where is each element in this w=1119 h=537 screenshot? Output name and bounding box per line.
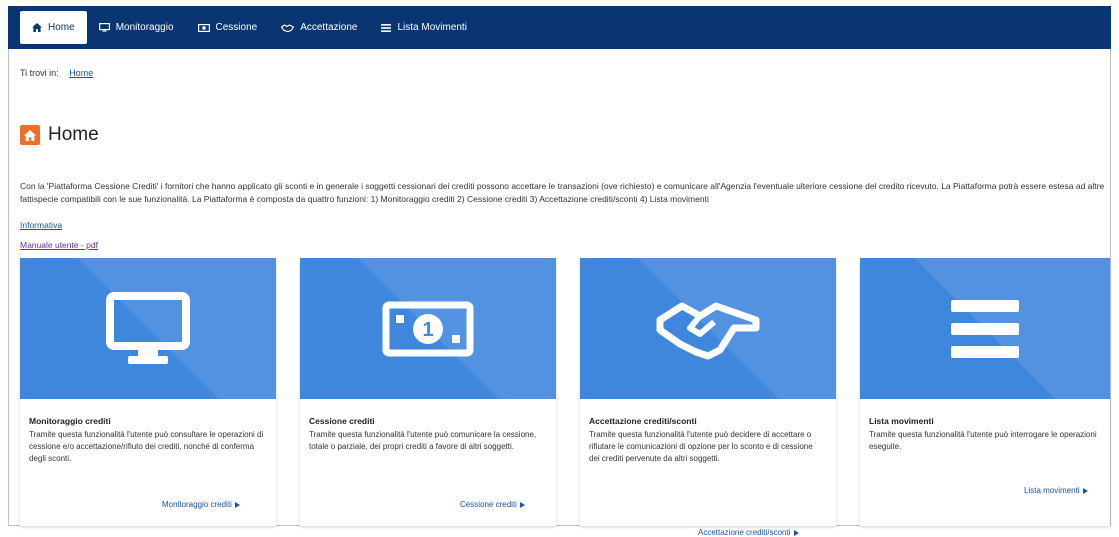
top-navbar: Home Monitoraggio Cessione Accettazione … — [8, 6, 1111, 49]
intro-text: Con la 'Piattaforma Cessione Crediti' i … — [20, 181, 1105, 204]
handshake-icon — [281, 23, 295, 32]
card-title: Cessione crediti — [309, 416, 375, 426]
nav-item-label: Accettazione — [300, 22, 358, 33]
manual-pdf-link[interactable]: Manuale utente - pdf — [20, 240, 98, 250]
card-accettazione: Accettazione crediti/sconti Tramite ques… — [580, 258, 836, 537]
card-description: Tramite questa funzionalità l'utente può… — [309, 430, 537, 451]
arrow-right-icon — [1082, 487, 1088, 494]
nav-item-label: Lista Movimenti — [397, 22, 467, 33]
breadcrumb: Ti trovi in: Home — [20, 68, 93, 78]
monitor-icon — [106, 291, 190, 364]
card-lista-movimenti: Lista movimenti Tramite questa funzional… — [860, 258, 1110, 526]
card-title: Lista movimenti — [869, 416, 934, 426]
list-icon — [951, 299, 1019, 358]
card-link-label: Monitoraggio crediti — [162, 500, 232, 509]
nav-item-label: Cessione — [215, 22, 258, 33]
home-badge-icon — [20, 125, 40, 145]
card-link-label: Accettazione crediti/sconti — [698, 528, 791, 537]
nav-item-monitoraggio[interactable]: Monitoraggio — [87, 6, 186, 49]
nav-item-cessione[interactable]: Cessione — [186, 6, 270, 49]
home-icon — [24, 129, 36, 141]
arrow-right-icon — [793, 529, 799, 536]
function-cards: Monitoraggio crediti Tramite questa funz… — [20, 258, 1110, 537]
card-title: Accettazione crediti/sconti — [589, 416, 697, 426]
handshake-icon — [656, 302, 760, 359]
card-description: Tramite questa funzionalità l'utente può… — [29, 430, 264, 463]
card-cessione: 1 Cessione crediti Tramite questa funzio… — [300, 258, 556, 526]
card-visual[interactable]: 1 — [300, 258, 556, 399]
list-icon — [381, 23, 392, 32]
cessione-crediti-link[interactable]: Cessione crediti — [460, 500, 525, 509]
banknote-icon — [197, 23, 210, 32]
card-title: Monitoraggio crediti — [29, 416, 111, 426]
arrow-right-icon — [234, 501, 240, 508]
card-link-label: Cessione crediti — [460, 500, 517, 509]
nav-item-label: Monitoraggio — [115, 22, 174, 33]
nav-item-lista-movimenti[interactable]: Lista Movimenti — [369, 6, 478, 49]
card-visual[interactable] — [860, 258, 1110, 399]
card-link-label: Lista movimenti — [1024, 486, 1080, 495]
banknote-icon: 1 — [382, 301, 474, 356]
nav-item-label: Home — [48, 22, 75, 33]
monitor-icon — [98, 23, 110, 32]
breadcrumb-home-link[interactable]: Home — [69, 68, 93, 78]
nav-item-home[interactable]: Home — [20, 11, 87, 44]
card-description: Tramite questa funzionalità l'utente può… — [869, 430, 1097, 451]
page-title: Home — [48, 124, 99, 145]
informativa-link[interactable]: Informativa — [20, 220, 62, 230]
lista-movimenti-link[interactable]: Lista movimenti — [1024, 486, 1088, 495]
accettazione-crediti-sconti-link[interactable]: Accettazione crediti/sconti — [698, 528, 799, 537]
arrow-right-icon — [519, 501, 525, 508]
home-icon — [32, 23, 42, 32]
breadcrumb-prefix: Ti trovi in: — [20, 68, 59, 78]
card-visual[interactable] — [20, 258, 276, 399]
card-description: Tramite questa funzionalità l'utente può… — [589, 430, 813, 463]
page-title-wrap: Home — [20, 124, 99, 146]
card-visual[interactable] — [580, 258, 836, 399]
card-monitoraggio: Monitoraggio crediti Tramite questa funz… — [20, 258, 276, 526]
monitoraggio-crediti-link[interactable]: Monitoraggio crediti — [162, 500, 240, 509]
svg-text:1: 1 — [422, 319, 433, 341]
nav-item-accettazione[interactable]: Accettazione — [269, 6, 369, 49]
